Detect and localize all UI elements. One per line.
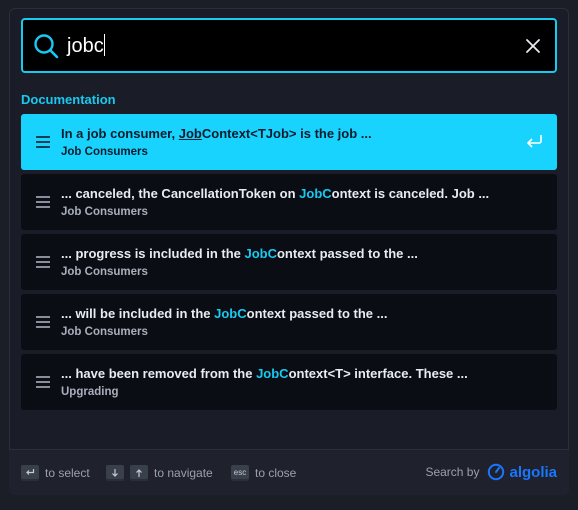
result-item[interactable]: In a job consumer, JobContext<TJob> is t… [21,114,557,170]
text-caret [103,34,105,56]
arrow-down-icon [106,464,124,481]
section-title: Documentation [21,92,116,107]
result-item[interactable]: ... will be included in the JobContext p… [21,294,557,350]
hamburger-icon [36,256,50,268]
close-legend: esc to close [231,464,297,481]
enter-key-icon [21,464,39,481]
hamburger-icon [36,316,50,328]
result-title: ... canceled, the CancellationToken on J… [61,186,490,201]
search-modal: jobc Documentation In a job consumer, Jo… [9,8,569,495]
result-path: Job Consumers [61,326,148,338]
result-title: ... progress is included in the JobConte… [61,246,418,261]
result-path: Job Consumers [61,266,148,278]
close-icon[interactable] [525,38,541,54]
search-bar[interactable]: jobc [21,18,557,73]
search-input[interactable]: jobc [67,32,497,60]
result-item[interactable]: ... progress is included in the JobConte… [21,234,557,290]
arrow-up-icon [130,464,148,481]
select-label: to select [45,465,90,480]
search-by-label: Search by [425,465,480,479]
hamburger-icon [36,196,50,208]
result-path: Job Consumers [61,206,148,218]
result-item[interactable]: ... have been removed from the JobContex… [21,354,557,410]
close-label: to close [255,465,297,480]
result-path: Upgrading [61,386,119,398]
hamburger-icon [36,136,50,148]
search-footer: to select to navigate esc to close Searc… [9,449,569,495]
navigate-label: to navigate [154,465,213,480]
navigate-legend: to navigate [106,464,213,481]
hamburger-icon [36,376,50,388]
esc-key-icon: esc [231,464,249,481]
select-legend: to select [21,464,90,481]
search-icon [34,34,59,59]
enter-icon [526,135,542,148]
algolia-logo-icon [488,463,505,481]
result-title: ... will be included in the JobContext p… [61,306,388,321]
algolia-wordmark: algolia [509,463,557,481]
algolia-link[interactable]: Search by algolia [425,463,557,481]
result-title: ... have been removed from the JobContex… [61,366,468,381]
result-title: In a job consumer, JobContext<TJob> is t… [61,126,372,141]
results-list: In a job consumer, JobContext<TJob> is t… [21,114,557,414]
result-path: Job Consumers [61,146,148,158]
result-item[interactable]: ... canceled, the CancellationToken on J… [21,174,557,230]
